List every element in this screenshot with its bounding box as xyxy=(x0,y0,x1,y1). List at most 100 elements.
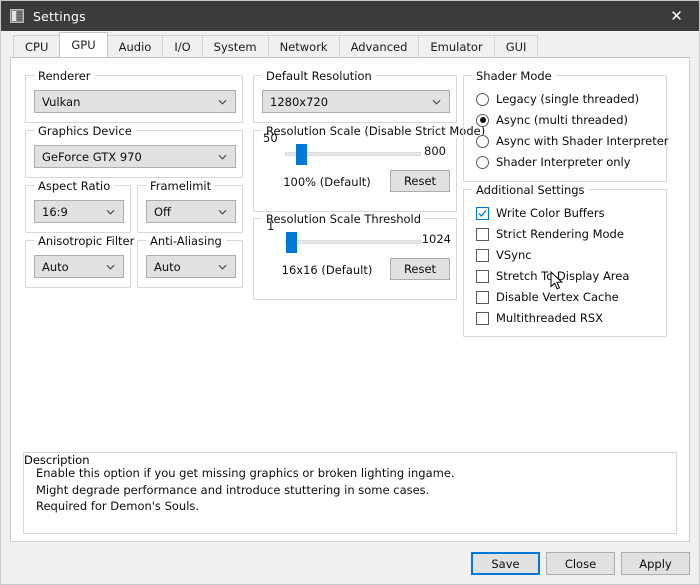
tab-emulator[interactable]: Emulator xyxy=(418,35,495,57)
checkbox-label: Write Color Buffers xyxy=(496,206,605,220)
apply-button[interactable]: Apply xyxy=(621,552,690,575)
dialog-footer: Save Close Apply xyxy=(1,542,699,584)
anti-aliasing-legend: Anti-Aliasing xyxy=(146,234,226,248)
renderer-combo[interactable]: Vulkan xyxy=(34,90,236,113)
anisotropic-filter-group: Anisotropic Filter Auto xyxy=(25,234,139,288)
resolution-scale-slider[interactable] xyxy=(285,144,421,165)
checkbox-write-color-buffers[interactable]: Write Color Buffers xyxy=(476,206,605,220)
close-icon[interactable]: ✕ xyxy=(654,1,699,31)
checkbox-icon xyxy=(476,311,489,325)
anti-aliasing-value: Auto xyxy=(154,259,181,274)
checkbox-stretch-to-display-area[interactable]: Stretch To Display Area xyxy=(476,269,629,283)
radio-async-with-shader-interpreter[interactable]: Async with Shader Interpreter xyxy=(476,134,669,148)
aspect-ratio-combo[interactable]: 16:9 xyxy=(34,200,124,223)
chevron-down-icon xyxy=(218,209,227,215)
checkbox-vsync[interactable]: VSync xyxy=(476,248,532,262)
default-resolution-legend: Default Resolution xyxy=(262,69,376,83)
graphics-device-group: Graphics Device GeForce GTX 970 xyxy=(25,124,243,178)
checkbox-icon xyxy=(476,227,489,241)
resolution-scale-threshold-slider[interactable] xyxy=(285,232,421,253)
resolution-scale-threshold-reset-button[interactable]: Reset xyxy=(390,258,450,280)
resolution-scale-threshold-max: 1024 xyxy=(421,232,451,246)
description-text: Enable this option if you get missing gr… xyxy=(36,466,455,513)
checkbox-label: VSync xyxy=(496,248,532,262)
default-resolution-value: 1280x720 xyxy=(270,94,329,109)
checkbox-strict-rendering-mode[interactable]: Strict Rendering Mode xyxy=(476,227,624,241)
resolution-scale-threshold-min: 1 xyxy=(267,219,275,233)
slider-handle[interactable] xyxy=(295,144,307,165)
close-button[interactable]: Close xyxy=(546,552,615,575)
checkbox-icon xyxy=(476,248,489,262)
gpu-tab-page: Renderer Vulkan Graphics Device GeForce … xyxy=(10,57,690,542)
renderer-value: Vulkan xyxy=(42,94,81,109)
resolution-scale-min: 50 xyxy=(263,131,278,145)
checkbox-label: Stretch To Display Area xyxy=(496,269,630,283)
tab-system[interactable]: System xyxy=(201,35,269,57)
app-icon xyxy=(10,9,24,23)
default-resolution-group: Default Resolution 1280x720 xyxy=(253,69,457,123)
chevron-down-icon xyxy=(432,99,441,105)
resolution-scale-legend: Resolution Scale (Disable Strict Mode) xyxy=(262,124,490,138)
checkbox-multithreaded-rsx[interactable]: Multithreaded RSX xyxy=(476,311,603,325)
radio-async-multi-threaded[interactable]: Async (multi threaded) xyxy=(476,113,628,127)
tab-gui[interactable]: GUI xyxy=(493,35,539,57)
slider-handle[interactable] xyxy=(286,232,298,253)
resolution-scale-threshold-legend: Resolution Scale Threshold xyxy=(262,212,426,226)
shader-mode-legend: Shader Mode xyxy=(472,69,556,83)
chevron-down-icon xyxy=(106,209,115,215)
anti-aliasing-group: Anti-Aliasing Auto xyxy=(137,234,243,288)
aspect-ratio-group: Aspect Ratio 16:9 xyxy=(25,179,131,233)
aspect-ratio-value: 16:9 xyxy=(42,204,68,219)
anisotropic-filter-combo[interactable]: Auto xyxy=(34,255,124,278)
radio-label: Async (multi threaded) xyxy=(496,113,629,127)
tab-cpu[interactable]: CPU xyxy=(13,35,61,57)
checkbox-icon xyxy=(476,269,489,283)
tab-advanced[interactable]: Advanced xyxy=(338,35,420,57)
renderer-group: Renderer Vulkan xyxy=(25,69,243,123)
radio-icon xyxy=(476,113,489,127)
graphics-device-combo[interactable]: GeForce GTX 970 xyxy=(34,145,236,168)
description-group: Description Enable this option if you ge… xyxy=(23,452,677,534)
graphics-device-value: GeForce GTX 970 xyxy=(42,149,142,164)
checkbox-icon xyxy=(476,206,489,220)
resolution-scale-threshold-group: Resolution Scale Threshold 1 1024 16x16 … xyxy=(253,212,457,300)
anisotropic-filter-value: Auto xyxy=(42,259,69,274)
anisotropic-filter-legend: Anisotropic Filter xyxy=(34,234,139,248)
resolution-scale-max: 800 xyxy=(424,144,446,158)
chevron-down-icon xyxy=(218,154,227,160)
checkbox-disable-vertex-cache[interactable]: Disable Vertex Cache xyxy=(476,290,619,304)
save-button[interactable]: Save xyxy=(471,552,540,575)
resolution-scale-value: 100% (Default) xyxy=(283,175,371,189)
additional-settings-group: Additional Settings Write Color Buffers … xyxy=(463,183,667,337)
checkbox-icon xyxy=(476,290,489,304)
checkbox-label: Strict Rendering Mode xyxy=(496,227,624,241)
tab-network[interactable]: Network xyxy=(267,35,340,57)
tab-gpu[interactable]: GPU xyxy=(59,32,108,57)
tab-io[interactable]: I/O xyxy=(162,35,203,57)
checkbox-label: Disable Vertex Cache xyxy=(496,290,619,304)
graphics-device-legend: Graphics Device xyxy=(34,124,136,138)
resolution-scale-reset-button[interactable]: Reset xyxy=(390,170,450,192)
title-bar: Settings ✕ xyxy=(1,1,699,31)
default-resolution-combo[interactable]: 1280x720 xyxy=(262,90,450,113)
radio-label: Legacy (single threaded) xyxy=(496,92,640,106)
radio-label: Shader Interpreter only xyxy=(496,155,631,169)
tab-bar: CPU GPU Audio I/O System Network Advance… xyxy=(1,31,699,57)
framelimit-value: Off xyxy=(154,204,171,219)
shader-mode-group: Shader Mode Legacy (single threaded) Asy… xyxy=(463,69,669,182)
additional-settings-legend: Additional Settings xyxy=(472,183,589,197)
anti-aliasing-combo[interactable]: Auto xyxy=(146,255,236,278)
framelimit-combo[interactable]: Off xyxy=(146,200,236,223)
radio-legacy-single-threaded[interactable]: Legacy (single threaded) xyxy=(476,92,639,106)
tab-audio[interactable]: Audio xyxy=(106,35,164,57)
renderer-legend: Renderer xyxy=(34,69,95,83)
radio-icon xyxy=(476,92,489,106)
framelimit-group: Framelimit Off xyxy=(137,179,243,233)
radio-label: Async with Shader Interpreter xyxy=(496,134,669,148)
radio-icon xyxy=(476,134,489,148)
chevron-down-icon xyxy=(106,264,115,270)
radio-shader-interpreter-only[interactable]: Shader Interpreter only xyxy=(476,155,631,169)
radio-icon xyxy=(476,155,489,169)
resolution-scale-threshold-value: 16x16 (Default) xyxy=(281,263,373,277)
framelimit-legend: Framelimit xyxy=(146,179,216,193)
